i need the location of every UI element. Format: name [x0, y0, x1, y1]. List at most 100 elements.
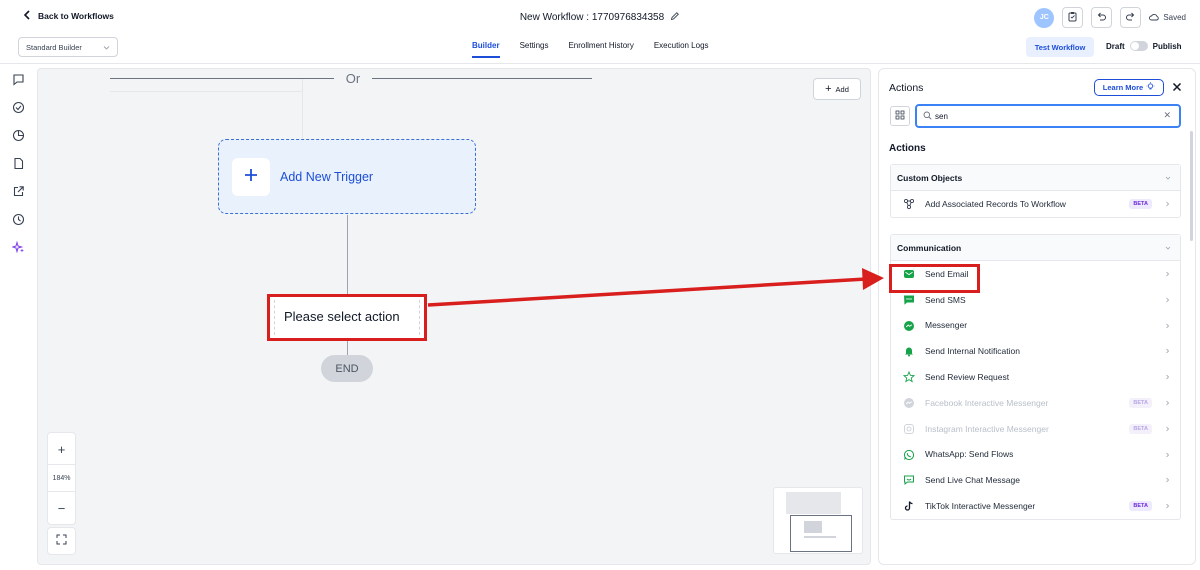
publish-label: Publish [1152, 41, 1182, 51]
action-item-send-live-chat-message[interactable]: Send Live Chat Message [891, 467, 1180, 493]
minimap-region [786, 492, 841, 514]
chevron-right-icon [1166, 323, 1170, 328]
close-panel-icon[interactable] [1171, 80, 1183, 92]
action-item-label: Facebook Interactive Messenger [925, 397, 1049, 408]
tab-builder[interactable]: Builder [462, 41, 510, 58]
sms-icon [903, 294, 915, 306]
chevron-right-icon [1166, 503, 1170, 509]
minimap[interactable] [773, 487, 863, 554]
beta-badge: BETA [1129, 199, 1152, 209]
clipboard-button[interactable] [1062, 7, 1084, 28]
trigger-plus-button[interactable] [232, 158, 270, 196]
bell-icon [903, 345, 915, 357]
live-chat-icon [903, 474, 915, 486]
chevron-right-icon [1166, 201, 1170, 207]
action-search-box: ✕ [915, 104, 1181, 128]
tab-execution-logs[interactable]: Execution Logs [644, 41, 719, 58]
chevron-down-icon [103, 46, 110, 50]
add-button-label: Add [835, 84, 849, 94]
builder-type-select[interactable]: Standard Builder [18, 37, 118, 57]
zoom-level: 184% [48, 464, 75, 492]
tab-enrollment-history[interactable]: Enrollment History [558, 41, 643, 58]
undo-icon [1096, 9, 1107, 27]
file-icon[interactable] [12, 157, 25, 170]
chevron-left-icon [22, 10, 32, 22]
action-item-send-internal-notification[interactable]: Send Internal Notification [891, 338, 1180, 364]
publish-toggle-group: Draft Publish [1106, 41, 1182, 51]
chevron-right-icon [1166, 271, 1170, 277]
history-icon[interactable] [12, 213, 25, 226]
or-divider-label: Or [345, 71, 361, 86]
workflow-title: New Workflow : 1770976834358 [519, 12, 665, 23]
group-title: Communication [897, 243, 962, 253]
action-item-tiktok-interactive-messenger[interactable]: TikTok Interactive Messenger BETA [891, 493, 1180, 519]
select-action-node[interactable]: Please select action [267, 294, 427, 341]
learn-more-button[interactable]: Learn More [1094, 79, 1164, 96]
undo-button[interactable] [1091, 7, 1113, 28]
canvas-guide-line [110, 91, 302, 92]
cloud-check-icon [1149, 12, 1160, 24]
star-icon [902, 371, 916, 383]
clear-search-icon[interactable]: ✕ [1163, 110, 1171, 121]
comment-icon[interactable] [12, 73, 25, 86]
action-item-whatsapp-send-flows[interactable]: WhatsApp: Send Flows [891, 442, 1180, 468]
actions-section-title: Actions [889, 143, 926, 154]
chevron-right-icon [1166, 478, 1170, 483]
redo-icon [1125, 9, 1136, 27]
beta-badge: BETA [1129, 423, 1152, 434]
action-item-send-review-request[interactable]: Send Review Request [891, 364, 1180, 390]
zoom-out-button[interactable]: − [48, 494, 75, 522]
or-divider-right [372, 78, 592, 79]
actions-panel: Actions Learn More ✕ Actions Custom Obje… [878, 68, 1196, 565]
action-item-label: TikTok Interactive Messenger [925, 501, 1036, 512]
action-item-label: WhatsApp: Send Flows [925, 449, 1014, 460]
fit-view-button[interactable] [47, 527, 76, 555]
action-search-input[interactable] [935, 109, 1155, 123]
chevron-right-icon [1166, 297, 1170, 303]
pencil-icon[interactable] [670, 11, 680, 24]
lightbulb-icon [1146, 82, 1155, 93]
avatar[interactable]: JC [1034, 7, 1055, 28]
facebook-messenger-icon [903, 397, 915, 409]
chevron-right-icon [1166, 349, 1170, 354]
pie-chart-icon[interactable] [12, 129, 25, 142]
category-grid-button[interactable] [890, 106, 910, 126]
connector-line [347, 341, 348, 355]
add-new-trigger-node[interactable]: Add New Trigger [218, 139, 476, 214]
panel-scrollbar[interactable] [1190, 131, 1193, 241]
zoom-controls: + 184% − [47, 432, 76, 525]
chevron-right-icon [1166, 452, 1170, 457]
minimap-viewport[interactable] [790, 515, 852, 552]
panel-title: Actions [889, 82, 924, 94]
share-nodes-icon [903, 198, 915, 210]
connector-line [347, 215, 348, 294]
messenger-icon [903, 320, 915, 332]
action-item-add-associated-records-to-workflow[interactable]: Add Associated Records To Workflow BETA [891, 191, 1180, 217]
action-item-messenger[interactable]: Messenger [891, 313, 1180, 339]
beta-badge: BETA [1129, 501, 1152, 512]
chevron-down-icon [1165, 176, 1171, 180]
check-circle-icon[interactable] [12, 101, 25, 114]
end-node: END [321, 355, 373, 382]
test-workflow-button[interactable]: Test Workflow [1026, 37, 1094, 57]
back-to-workflows-link[interactable]: Back to Workflows [22, 10, 114, 22]
external-link-icon[interactable] [12, 185, 25, 198]
tab-settings[interactable]: Settings [510, 41, 559, 58]
action-item-label: Send SMS [925, 294, 966, 305]
workflow-canvas[interactable]: Or + Add Add New Trigger Please select a… [37, 68, 871, 565]
expand-icon [56, 532, 67, 550]
group-header[interactable]: Communication [891, 235, 1180, 261]
trigger-label: Add New Trigger [280, 170, 374, 184]
zoom-in-button[interactable]: + [48, 435, 75, 463]
add-trigger-button[interactable]: + Add [813, 78, 861, 100]
plus-icon [244, 168, 258, 187]
publish-toggle[interactable] [1129, 41, 1148, 51]
redo-button[interactable] [1120, 7, 1142, 28]
builder-tabs: Builder Settings Enrollment History Executi… [462, 41, 719, 58]
whatsapp-icon [903, 449, 915, 461]
draft-label: Draft [1106, 41, 1125, 51]
instagram-icon [903, 423, 915, 435]
group-header[interactable]: Custom Objects [891, 165, 1180, 191]
ai-sparkle-icon[interactable] [11, 240, 25, 254]
action-item-label: Instagram Interactive Messenger [925, 423, 1049, 434]
